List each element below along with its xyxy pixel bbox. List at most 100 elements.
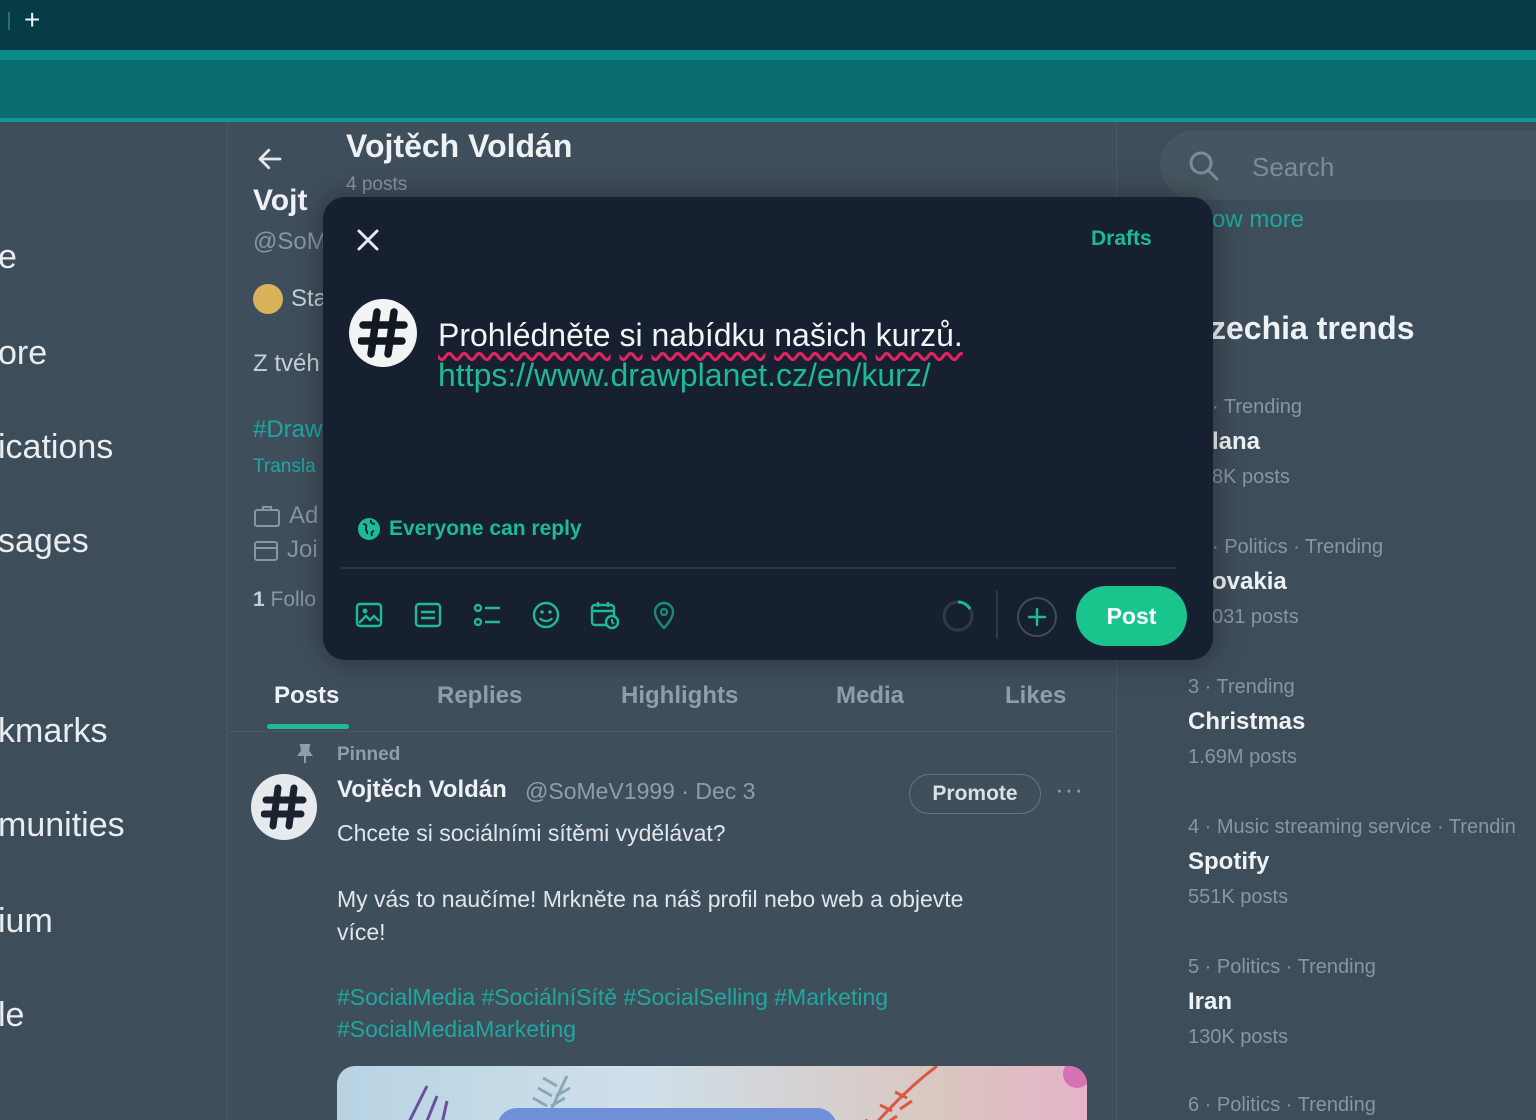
post-text-line: Chcete si sociálními sítěmi vydělávat? — [337, 820, 726, 846]
poll-icon[interactable] — [471, 599, 503, 631]
nav-item-profile[interactable]: le — [0, 996, 24, 1035]
browser-tab-bar: + — [0, 0, 1536, 50]
trend-posts: 8K posts — [1212, 466, 1290, 488]
post-text-line: více! — [337, 919, 386, 945]
trend-category: 3 · Trending — [1188, 676, 1295, 698]
follow-count: 1 — [253, 588, 265, 611]
add-post-button[interactable] — [1017, 597, 1057, 637]
nav-item-premium[interactable]: ium — [0, 902, 53, 941]
trend-name[interactable]: lana — [1212, 428, 1260, 456]
trend-category: 4 · Music streaming service · Trendin — [1188, 816, 1516, 838]
arrow-left-icon — [258, 148, 282, 170]
tab-highlights[interactable]: Highlights — [621, 682, 738, 710]
profile-tabs: Posts Replies Highlights Media Likes — [229, 662, 1117, 732]
plus-icon — [1027, 607, 1047, 627]
globe-icon — [358, 518, 380, 540]
nav-item-messages[interactable]: sages — [0, 522, 89, 561]
trend-name[interactable]: Spotify — [1188, 848, 1269, 876]
schedule-icon[interactable] — [589, 599, 621, 631]
composer-word: Prohlédněte — [438, 317, 611, 353]
pin-icon — [297, 744, 313, 763]
avatar[interactable] — [349, 299, 417, 367]
reply-setting-button[interactable]: Everyone can reply — [357, 515, 582, 543]
nav-item-communities[interactable]: munities — [0, 806, 125, 845]
browser-toolbar — [0, 50, 1536, 122]
composer-divider — [341, 567, 1175, 569]
drafts-button[interactable]: Drafts — [1091, 227, 1152, 251]
calendar-icon — [254, 541, 278, 561]
trend-category: 6 · Politics · Trending — [1188, 1094, 1376, 1116]
tab-replies[interactable]: Replies — [437, 682, 522, 710]
emoji-icon — [253, 284, 283, 314]
post-meta: @SoMeV1999 · Dec 3 — [525, 778, 756, 804]
post-text-line: My vás to naučíme! Mrkněte na náš profil… — [337, 886, 964, 912]
search-box[interactable]: Search — [1160, 130, 1536, 200]
nav-item-notifications[interactable]: ications — [0, 428, 113, 467]
left-nav: e ore ications sages kmarks munities ium… — [0, 122, 228, 1120]
briefcase-icon — [254, 506, 280, 527]
follow-label-partial: Follo — [270, 588, 317, 611]
trend-posts: 1.69M posts — [1188, 746, 1297, 768]
search-input[interactable]: Search — [1252, 152, 1334, 183]
emoji-icon[interactable] — [530, 599, 562, 631]
tab-separator — [8, 12, 10, 30]
show-more-link[interactable]: ow more — [1212, 206, 1304, 234]
hashtag-logo-icon — [358, 308, 408, 358]
profile-header-name: Vojtěch Voldán — [346, 128, 573, 164]
profile-follow-counts[interactable]: 1 Follo — [253, 588, 316, 612]
translate-link-partial[interactable]: Transla — [253, 456, 316, 478]
composer-word: kurzů. — [875, 317, 963, 353]
post-hashtags[interactable]: #SocialMediaMarketing — [337, 1016, 576, 1043]
trend-category: · Trending — [1212, 396, 1303, 418]
profile-joined-info: Joi — [253, 536, 318, 564]
trend-name[interactable]: Christmas — [1188, 708, 1305, 736]
profile-posts-count: 4 posts — [346, 174, 408, 195]
composer-word: si — [619, 317, 643, 353]
hashtag-logo-icon — [261, 784, 307, 830]
new-tab-button[interactable]: + — [24, 6, 40, 34]
trend-category: · Politics · Trending — [1212, 536, 1384, 558]
profile-ad-partial: Ad — [289, 502, 319, 529]
profile-status: Sta — [253, 284, 327, 314]
search-icon — [1189, 151, 1219, 181]
toolbar-divider — [996, 591, 998, 639]
post-hashtags[interactable]: #SocialMedia #SociálníSítě #SocialSellin… — [337, 984, 888, 1011]
trend-posts: 551K posts — [1188, 886, 1289, 908]
location-icon[interactable] — [648, 599, 680, 631]
compose-textarea[interactable]: Prohlédněte si nabídku našich kurzů. — [438, 317, 963, 354]
nav-item-home[interactable]: e — [0, 238, 17, 277]
post-image[interactable] — [337, 1066, 1087, 1120]
promote-button[interactable]: Promote — [909, 774, 1041, 814]
gif-icon[interactable] — [412, 599, 444, 631]
tab-media[interactable]: Media — [836, 682, 904, 710]
more-options-button[interactable]: ··· — [1055, 774, 1084, 805]
tab-likes[interactable]: Likes — [1005, 682, 1066, 710]
profile-bio-partial: Z tvéh — [253, 350, 320, 377]
composer-word: nabídku — [651, 317, 766, 353]
composer-link[interactable]: https://www.drawplanet.cz/en/kurz/ — [438, 357, 931, 394]
trend-name[interactable]: ovakia — [1212, 568, 1287, 596]
status-text-partial: Sta — [291, 285, 328, 312]
trend-name[interactable]: Iran — [1188, 988, 1232, 1016]
compose-post-dialog: Drafts Prohlédněte si nabídku našich kur… — [323, 197, 1213, 660]
back-button[interactable] — [255, 144, 285, 182]
tab-posts[interactable]: Posts — [274, 682, 339, 710]
trend-posts: 130K posts — [1188, 1026, 1289, 1048]
close-icon[interactable] — [351, 223, 385, 257]
avatar[interactable] — [251, 774, 317, 840]
post-author-name[interactable]: Vojtěch Voldán — [337, 776, 507, 804]
profile-ad-info: Ad — [253, 502, 318, 530]
trends-title: zechia trends — [1210, 310, 1415, 346]
nav-item-explore[interactable]: ore — [0, 334, 47, 373]
nav-item-bookmarks[interactable]: kmarks — [0, 712, 108, 751]
reply-setting-label: Everyone can reply — [389, 517, 582, 540]
image-icon[interactable] — [353, 599, 385, 631]
profile-hashtag-partial[interactable]: #Draw — [253, 416, 322, 444]
profile-name-partial: Vojt — [253, 184, 308, 217]
composer-word: našich — [774, 317, 867, 353]
active-tab-indicator — [267, 724, 349, 729]
profile-joined-partial: Joi — [287, 536, 318, 563]
profile-handle-partial: @SoM — [253, 228, 327, 255]
post-button[interactable]: Post — [1076, 586, 1187, 646]
trend-category: 5 · Politics · Trending — [1188, 956, 1376, 978]
